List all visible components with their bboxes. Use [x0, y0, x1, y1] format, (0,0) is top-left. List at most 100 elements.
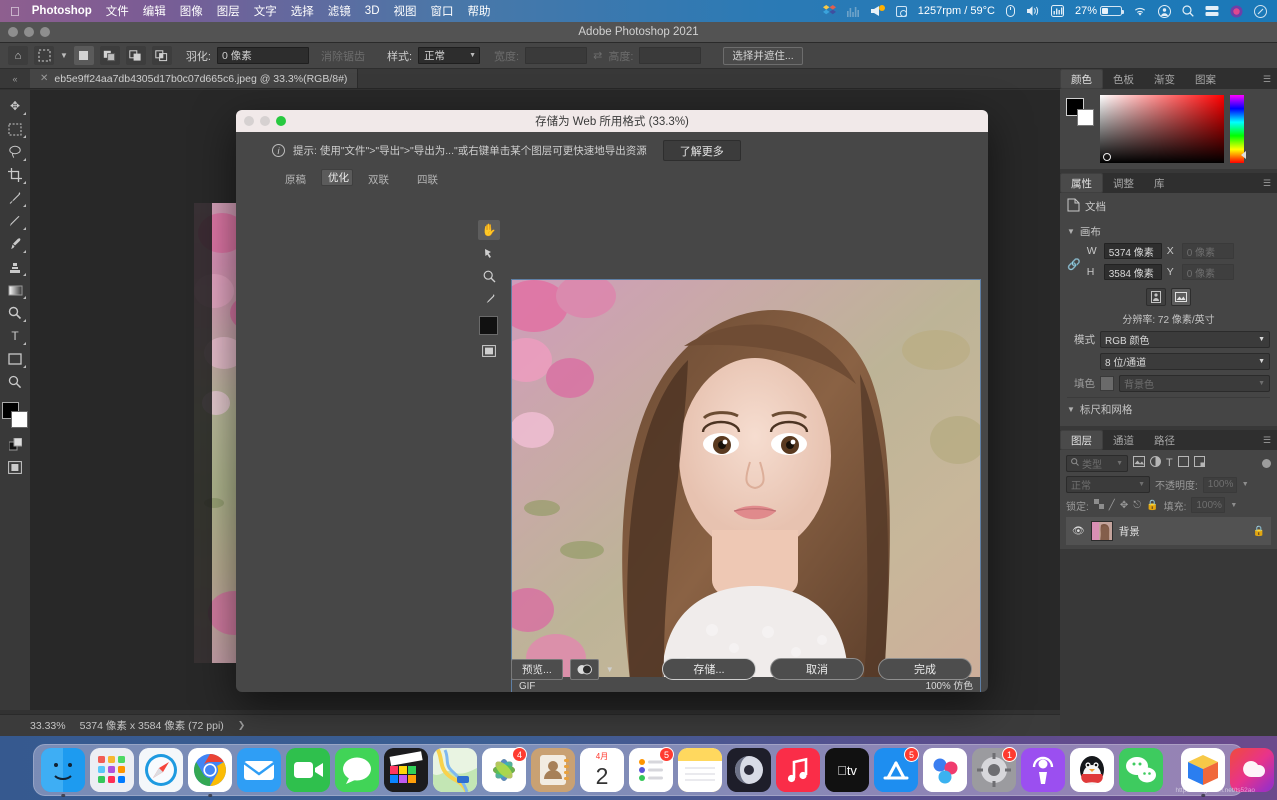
- tab-original[interactable]: 原稿: [272, 169, 319, 190]
- cinema4d-icon[interactable]: [727, 748, 771, 792]
- color-swatch-pair[interactable]: [1066, 98, 1094, 126]
- calendar-icon[interactable]: 4月 2: [580, 748, 624, 792]
- color-swatches[interactable]: [2, 402, 28, 428]
- menubar-item-select[interactable]: 选择: [291, 3, 314, 19]
- panel-menu-icon[interactable]: ☰: [1263, 435, 1271, 446]
- new-selection-icon[interactable]: [73, 46, 94, 65]
- subtract-selection-icon[interactable]: [125, 46, 146, 65]
- saturation-value-field[interactable]: [1100, 95, 1224, 163]
- siri-icon[interactable]: [1230, 5, 1243, 18]
- menubar-item-type[interactable]: 文字: [254, 3, 277, 19]
- color-picker[interactable]: [1066, 95, 1271, 163]
- link-icon[interactable]: 🔗: [1067, 258, 1081, 271]
- height-input[interactable]: [639, 47, 702, 64]
- done-button[interactable]: 完成: [878, 658, 972, 680]
- dock-item-contacts[interactable]: [531, 748, 575, 792]
- tab-channels[interactable]: 通道: [1103, 430, 1144, 450]
- add-selection-icon[interactable]: [99, 46, 120, 65]
- move-tool-icon[interactable]: ✥: [2, 95, 28, 117]
- battery-icon[interactable]: 27%: [1075, 5, 1124, 17]
- smartobject-filter-icon[interactable]: [1193, 454, 1205, 472]
- final-cut-icon[interactable]: [384, 748, 428, 792]
- antialias-label[interactable]: 消除锯齿: [321, 48, 365, 64]
- fill-color-swatch[interactable]: [1100, 376, 1114, 391]
- tab-swatches[interactable]: 色板: [1103, 69, 1144, 89]
- search-icon[interactable]: [1182, 5, 1194, 17]
- facetime-icon[interactable]: [286, 748, 330, 792]
- slice-select-tool-icon[interactable]: [478, 243, 500, 263]
- tab-libraries[interactable]: 库: [1144, 173, 1175, 193]
- equalizer-icon[interactable]: [846, 6, 859, 17]
- dock-item-safari[interactable]: [139, 748, 183, 792]
- lock-artboard-icon[interactable]: ⎋: [1133, 500, 1141, 511]
- dock-item-final-cut[interactable]: [384, 748, 428, 792]
- dock-item-podcasts[interactable]: [1021, 748, 1065, 792]
- layer-filter-select[interactable]: 类型 ▼: [1066, 454, 1128, 472]
- safari-icon[interactable]: [139, 748, 183, 792]
- menubar-item-image[interactable]: 图像: [180, 3, 203, 19]
- select-and-mask-button[interactable]: 选择并遮住...: [723, 46, 803, 65]
- eyedropper-tool-icon[interactable]: [478, 289, 500, 309]
- opacity-input[interactable]: 100%: [1202, 476, 1237, 493]
- clone-stamp-tool-icon[interactable]: [2, 256, 28, 278]
- lock-transparency-icon[interactable]: [1093, 498, 1104, 512]
- color-mode-select[interactable]: RGB 颜色 ▼: [1100, 331, 1270, 348]
- launchpad-icon[interactable]: [90, 748, 134, 792]
- display-stack-icon[interactable]: [1205, 5, 1219, 17]
- dock-item-calendar[interactable]: 4月 2: [580, 748, 624, 792]
- menubar-item-layer[interactable]: 图层: [217, 3, 240, 19]
- menubar-item-edit[interactable]: 编辑: [143, 3, 166, 19]
- hand-tool-icon[interactable]: ✋: [478, 220, 500, 240]
- dock-item-cinema4d[interactable]: [727, 748, 771, 792]
- marquee-tool-icon[interactable]: [34, 46, 54, 65]
- landscape-orientation-icon[interactable]: [1171, 288, 1191, 306]
- notification-icon[interactable]: [870, 5, 885, 17]
- style-select[interactable]: 正常 ▼: [418, 47, 481, 64]
- volume-icon[interactable]: [1026, 5, 1040, 17]
- tab-paths[interactable]: 路径: [1144, 430, 1185, 450]
- save-button[interactable]: 存储...: [662, 658, 756, 680]
- menubar-item-3d[interactable]: 3D: [365, 5, 380, 17]
- tab-properties[interactable]: 属性: [1060, 173, 1103, 193]
- tab-adjustments[interactable]: 调整: [1103, 173, 1144, 193]
- intersect-selection-icon[interactable]: [151, 46, 172, 65]
- tab-4up[interactable]: 四联: [404, 169, 451, 190]
- wifi-icon[interactable]: [1133, 6, 1147, 17]
- preview-button[interactable]: 预览...: [511, 659, 563, 680]
- gradient-tool-icon[interactable]: [2, 279, 28, 301]
- dock-item-dimension[interactable]: [1181, 748, 1225, 797]
- default-colors-icon[interactable]: [2, 433, 28, 455]
- stats-icon[interactable]: [1050, 5, 1064, 17]
- dock-item-finder[interactable]: [41, 748, 85, 797]
- zoom-tool-icon[interactable]: [2, 371, 28, 393]
- dodge-tool-icon[interactable]: [2, 302, 28, 324]
- contacts-icon[interactable]: [531, 748, 575, 792]
- qq-icon[interactable]: [1070, 748, 1114, 792]
- shape-filter-icon[interactable]: [1177, 454, 1189, 472]
- eyedropper-color-swatch[interactable]: [479, 316, 498, 335]
- shape-tool-icon[interactable]: [2, 348, 28, 370]
- canvas-x-input[interactable]: 0 像素: [1181, 243, 1234, 259]
- blend-mode-select[interactable]: 正常 ▼: [1066, 476, 1150, 493]
- close-icon[interactable]: ✕: [40, 73, 48, 84]
- fill-select[interactable]: 背景色 ▼: [1119, 375, 1270, 392]
- panel-menu-icon[interactable]: ☰: [1263, 74, 1271, 85]
- table-row[interactable]: 👁 背景 🔒: [1066, 517, 1271, 545]
- image-preview-pane[interactable]: GIF 10.23M 1896 秒 @ 56.6 Kbps ▾☰ 100% 仿色…: [511, 279, 981, 692]
- tab-color[interactable]: 颜色: [1060, 69, 1103, 89]
- bit-depth-select[interactable]: 8 位/通道 ▼: [1100, 353, 1270, 370]
- creative-cloud-icon[interactable]: [1230, 748, 1274, 792]
- lock-image-icon[interactable]: ╱: [1109, 500, 1115, 511]
- document-tab[interactable]: ✕ eb5e9ff24aa7db4305d17b0c07d665c6.jpeg …: [30, 69, 359, 88]
- podcasts-icon[interactable]: [1021, 748, 1065, 792]
- swap-icon[interactable]: ⇄: [593, 49, 602, 62]
- eyedropper-tool-icon[interactable]: [2, 187, 28, 209]
- dock-item-music[interactable]: [776, 748, 820, 792]
- chevron-right-icon[interactable]: ❯: [238, 720, 246, 731]
- rulers-grid-section-header[interactable]: ▼ 标尺和网格: [1067, 397, 1270, 421]
- dock-item-reminders[interactable]: 5: [629, 747, 674, 792]
- dimension-icon[interactable]: [1181, 748, 1225, 792]
- dock-item-apple-tv[interactable]: tv: [825, 748, 869, 792]
- panel-menu-icon[interactable]: ☰: [1263, 178, 1271, 189]
- tab-2up[interactable]: 双联: [355, 169, 402, 190]
